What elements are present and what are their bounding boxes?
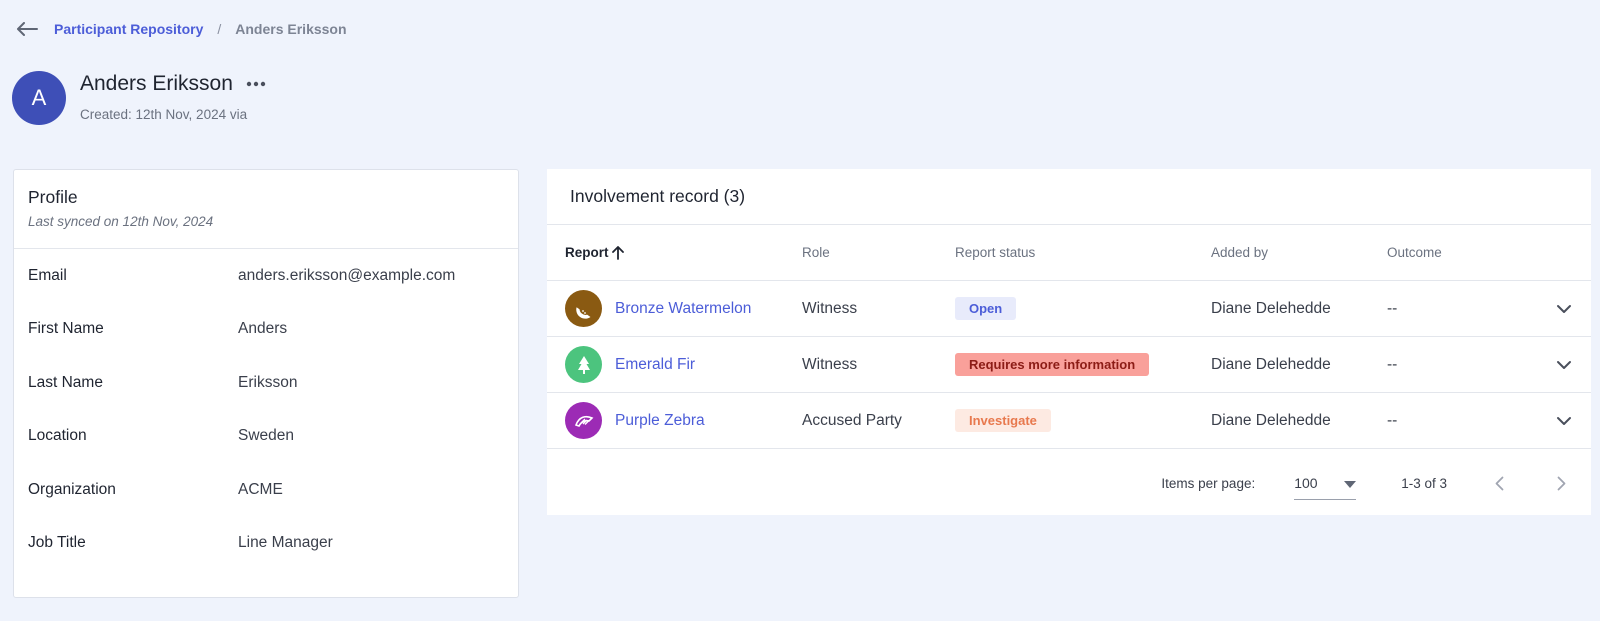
report-cell: Emerald Fir [547,346,802,383]
participant-header-text: Anders Eriksson Created: 12th Nov, 2024 … [80,71,268,122]
added-by-cell: Diane Delehedde [1211,355,1331,373]
involvement-title: Involvement record (3) [570,186,746,206]
added-by-cell: Diane Delehedde [1211,299,1331,317]
fir-tree-icon [565,346,602,383]
profile-field-last-name: Last Name Eriksson [14,356,518,410]
role-cell: Accused Party [802,411,902,429]
involvement-header: Involvement record (3) [547,169,1591,225]
field-label: Location [28,427,87,445]
report-cell: Bronze Watermelon [547,290,802,327]
table-header-row: Report Role Report status Added by Outco… [547,225,1591,281]
items-per-page-value: 100 [1294,474,1318,491]
more-options-icon[interactable] [246,74,268,94]
status-cell: Requires more information [955,353,1211,376]
profile-field-email: Email anders.eriksson@example.com [14,249,518,303]
expand-row-chevron-down-icon[interactable] [1554,355,1574,375]
pagination: Items per page: 100 1-3 of 3 [547,449,1591,517]
status-cell: Investigate [955,409,1211,432]
role-cell: Witness [802,355,858,373]
previous-page-chevron-left-icon[interactable] [1487,471,1511,495]
zebra-icon [565,402,602,439]
field-label: Email [28,266,67,284]
involvement-record-card: Involvement record (3) Report Role Repor… [547,169,1591,515]
report-link-bronze-watermelon[interactable]: Bronze Watermelon [615,300,751,318]
field-value: Line Manager [238,534,333,552]
watermelon-icon [565,290,602,327]
expand-row-chevron-down-icon[interactable] [1554,299,1574,319]
items-per-page-label: Items per page: [1161,475,1256,491]
page-title: Anders Eriksson [80,72,233,95]
report-cell: Purple Zebra [547,402,802,439]
outcome-cell: -- [1387,355,1398,373]
breadcrumb-separator: / [217,21,222,37]
created-date: Created: 12th Nov, 2024 via [80,107,248,122]
field-label: Organization [28,480,116,498]
field-label: First Name [28,320,104,338]
pagination-range: 1-3 of 3 [1401,475,1447,491]
profile-field-first-name: First Name Anders [14,303,518,357]
actions-cell [1537,355,1591,375]
profile-field-organization: Organization ACME [14,463,518,517]
profile-card: Profile Last synced on 12th Nov, 2024 Em… [13,169,519,598]
outcome-cell: -- [1387,299,1398,317]
field-value: Anders [238,320,288,338]
sort-report-button[interactable]: Report [565,245,625,260]
column-header-label: Report [565,245,609,260]
back-arrow-icon[interactable] [16,18,38,40]
field-label: Last Name [28,373,103,391]
role-cell: Witness [802,299,858,317]
status-badge: Open [955,297,1017,320]
status-badge: Investigate [955,409,1051,432]
status-badge: Requires more information [955,353,1150,376]
profile-title: Profile [28,187,78,207]
field-value: Eriksson [238,373,298,391]
next-page-chevron-right-icon[interactable] [1549,471,1573,495]
column-header-report[interactable]: Report [547,245,802,260]
field-label: Job Title [28,534,86,552]
field-value: Sweden [238,427,295,445]
breadcrumb-participant-repository-link[interactable]: Participant Repository [54,21,203,37]
actions-cell [1537,411,1591,431]
table-row: Bronze Watermelon Witness Open Diane Del… [547,281,1591,337]
added-by-cell: Diane Delehedde [1211,411,1331,429]
avatar: A [12,71,66,125]
breadcrumb: Participant Repository / Anders Eriksson [16,18,347,40]
profile-last-synced: Last synced on 12th Nov, 2024 [28,214,214,229]
table-row: Purple Zebra Accused Party Investigate D… [547,393,1591,449]
items-per-page-select[interactable]: 100 [1294,466,1357,500]
sort-ascending-icon [611,245,625,260]
caret-down-icon [1344,475,1357,491]
report-link-purple-zebra[interactable]: Purple Zebra [615,412,705,430]
column-header-added-by: Added by [1211,245,1269,260]
report-link-emerald-fir[interactable]: Emerald Fir [615,356,695,374]
profile-field-job-title: Job Title Line Manager [14,517,518,571]
column-header-status: Report status [955,245,1036,260]
profile-header: Profile Last synced on 12th Nov, 2024 [14,170,518,249]
breadcrumb-current: Anders Eriksson [235,21,347,37]
status-cell: Open [955,297,1211,320]
profile-fields: Email anders.eriksson@example.com First … [14,249,518,570]
title-row: Anders Eriksson [80,72,268,96]
column-header-role: Role [802,245,830,260]
actions-cell [1537,299,1591,319]
column-header-outcome: Outcome [1387,245,1442,260]
table-row: Emerald Fir Witness Requires more inform… [547,337,1591,393]
outcome-cell: -- [1387,411,1398,429]
participant-header: A Anders Eriksson Created: 12th Nov, 202… [12,71,268,125]
expand-row-chevron-down-icon[interactable] [1554,411,1574,431]
field-value: anders.eriksson@example.com [238,266,456,284]
field-value: ACME [238,480,283,498]
profile-field-location: Location Sweden [14,410,518,464]
